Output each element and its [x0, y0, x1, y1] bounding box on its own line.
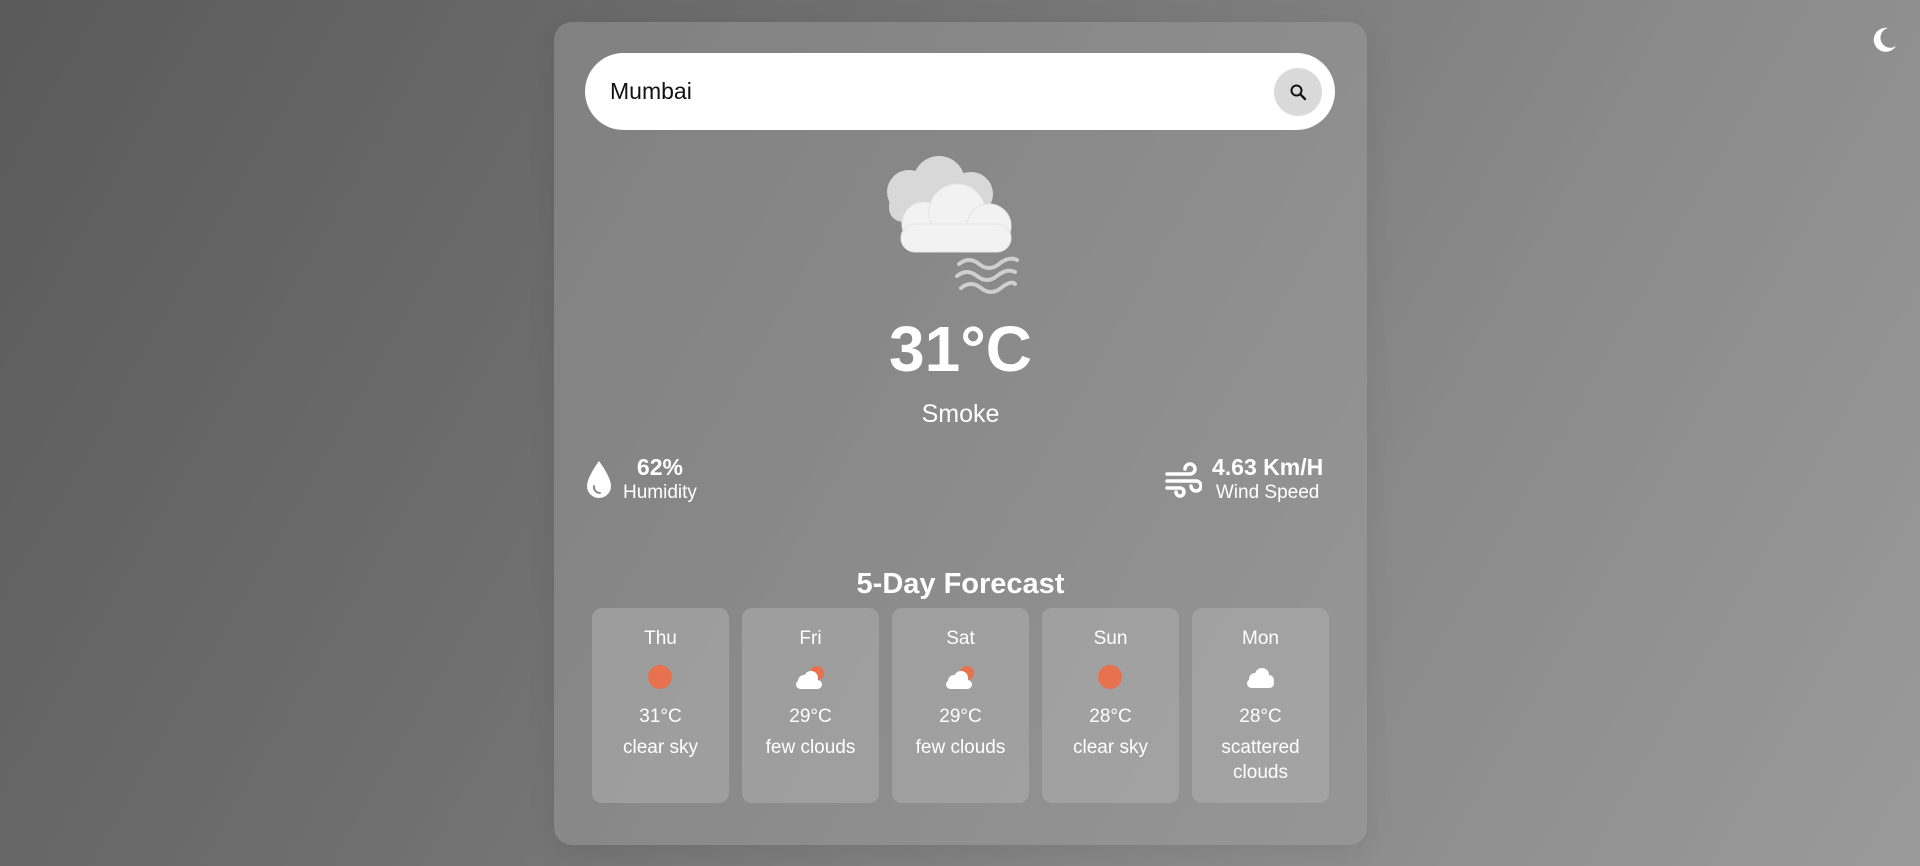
sun-cloud-icon: [796, 666, 824, 689]
forecast-desc: few clouds: [765, 737, 856, 758]
sun-icon: [648, 665, 672, 689]
current-condition: Smoke: [921, 400, 1000, 428]
smoke-cloud-icon: [879, 152, 1039, 297]
forecast-list: Thu 31°C clear sky Fri 29°C few clouds S…: [592, 608, 1332, 803]
sun-icon: [1098, 665, 1122, 689]
forecast-temp: 28°C: [1239, 706, 1282, 727]
forecast-card-sat: Sat 29°C few clouds: [892, 608, 1029, 803]
current-temperature: 31°C: [889, 313, 1032, 385]
forecast-temp: 31°C: [639, 706, 682, 727]
forecast-card-fri: Fri 29°C few clouds: [742, 608, 879, 803]
forecast-card-sun: Sun 28°C clear sky: [1042, 608, 1179, 803]
search-input[interactable]: [610, 53, 1250, 130]
search-button[interactable]: [1274, 68, 1322, 116]
wind-stat: 4.63 Km/H Wind Speed: [1164, 454, 1323, 504]
forecast-desc: scattered clouds: [1221, 737, 1300, 783]
moon-icon: [1873, 27, 1896, 52]
wind-value: 4.63 Km/H: [1212, 454, 1324, 480]
theme-toggle-button[interactable]: [1868, 24, 1900, 56]
forecast-day: Mon: [1242, 628, 1279, 649]
wind-icon: [1165, 462, 1202, 498]
forecast-temp: 29°C: [939, 706, 982, 727]
forecast-desc: clear sky: [1073, 737, 1148, 758]
forecast-temp: 28°C: [1089, 706, 1132, 727]
forecast-title: 5-Day Forecast: [856, 568, 1065, 600]
humidity-label: Humidity: [623, 481, 697, 503]
cloud-icon: [1247, 668, 1274, 688]
humidity-value: 62%: [636, 454, 683, 480]
forecast-day: Thu: [644, 628, 677, 649]
forecast-day: Fri: [799, 628, 822, 649]
forecast-day: Sat: [946, 628, 975, 649]
weather-card: 31°C Smoke 62% Humidity 4.63 Km/H Wind S…: [554, 22, 1367, 845]
forecast-card-mon: Mon 28°C scattered clouds: [1192, 608, 1329, 803]
search-icon: [1290, 84, 1307, 101]
forecast-temp: 29°C: [789, 706, 832, 727]
forecast-day: Sun: [1093, 628, 1128, 649]
forecast-desc: few clouds: [915, 737, 1006, 758]
search-bar: [585, 53, 1335, 130]
sun-cloud-icon: [946, 666, 974, 689]
water-drop-icon: [587, 461, 611, 499]
forecast-desc: clear sky: [623, 737, 698, 758]
wind-label: Wind Speed: [1215, 481, 1320, 503]
humidity-stat: 62% Humidity: [585, 454, 697, 504]
forecast-card-thu: Thu 31°C clear sky: [592, 608, 729, 803]
